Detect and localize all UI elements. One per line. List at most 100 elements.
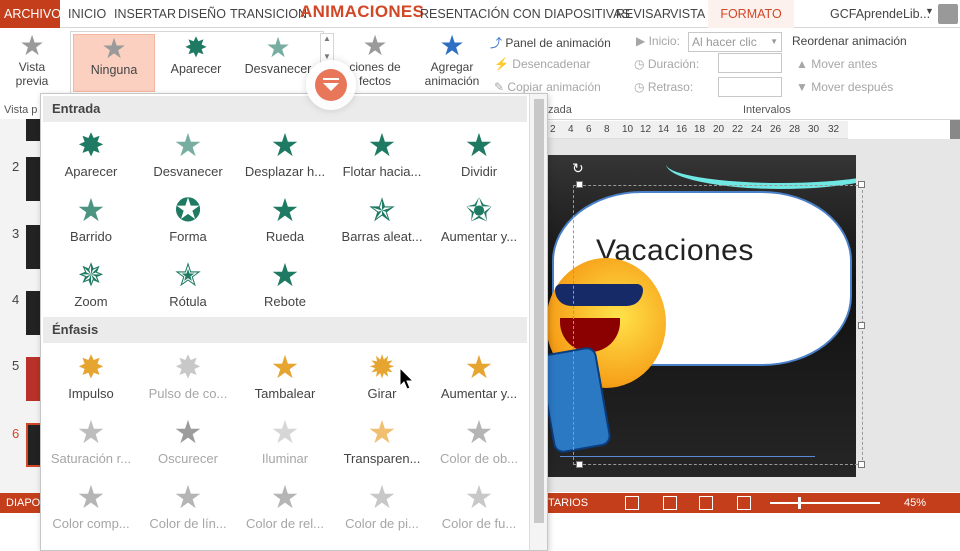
move-later-button[interactable]: ▼ Mover después: [796, 80, 893, 94]
effect-teeter[interactable]: ★ Tambalear: [237, 350, 333, 412]
effect-split[interactable]: ★ Dividir: [431, 128, 527, 190]
effect-label: Transparen...: [343, 451, 421, 466]
effect-bounce[interactable]: ★ Rebote: [237, 258, 333, 320]
move-earlier-button[interactable]: ▲ Mover antes: [796, 57, 877, 71]
effect-font-color[interactable]: ★ Color de fu...: [431, 480, 527, 542]
slide-sorter-icon[interactable]: [663, 496, 677, 510]
effect-appear[interactable]: ✸ Aparecer: [43, 128, 139, 190]
star-zoom-icon: ✵: [77, 257, 105, 293]
trigger-icon: ⚡: [494, 57, 509, 71]
animation-pane-button[interactable]: ⤴ Panel de animación: [490, 34, 611, 51]
zoom-slider-thumb[interactable]: [798, 497, 801, 509]
avatar[interactable]: [938, 4, 958, 24]
effect-label: Aparecer: [64, 164, 118, 179]
ruler-tick: 28: [789, 124, 801, 135]
tab-insert[interactable]: INSERTAR: [110, 0, 180, 28]
effect-grow-turn[interactable]: ✬ Aumentar y...: [431, 193, 527, 255]
effect-fade[interactable]: ★ Desvanecer: [140, 128, 236, 190]
effect-label: Flotar hacia...: [342, 164, 422, 179]
animation-pane-label: Panel de animación: [505, 36, 611, 50]
effect-transparency[interactable]: ★ Transparen...: [334, 415, 430, 477]
section-entrance: Entrada: [43, 96, 527, 122]
effect-wheel[interactable]: ★ Rueda: [237, 193, 333, 255]
effect-label: Zoom: [74, 294, 108, 309]
effect-fly-in[interactable]: ★ Desplazar h...: [237, 128, 333, 190]
delay-stepper[interactable]: [718, 77, 782, 97]
effect-spin[interactable]: ✹ Girar: [334, 350, 430, 412]
effect-object-color[interactable]: ★ Color de ob...: [431, 415, 527, 477]
selection-frame[interactable]: [573, 185, 863, 465]
star-shape-icon: ✪: [174, 192, 202, 228]
tab-animations[interactable]: ANIMACIONES: [296, 0, 428, 26]
account-name[interactable]: GCFAprendeLib...: [826, 0, 934, 28]
star-spin-icon: ✹: [368, 349, 396, 385]
start-label: ▶ Inicio:: [636, 34, 680, 48]
add-animation-button[interactable]: ★ Agregar animación: [420, 32, 484, 89]
effect-label: Tambalear: [254, 386, 316, 401]
slideshow-icon[interactable]: [737, 496, 751, 510]
star-darken-icon: ★: [173, 414, 203, 450]
dropdown-scrollbar[interactable]: [529, 94, 547, 550]
effect-pulse[interactable]: ✸ Impulso: [43, 350, 139, 412]
effect-label: Girar: [367, 386, 397, 401]
effect-line-color[interactable]: ★ Color de lín...: [140, 480, 236, 542]
dropdown-scrollbar-thumb[interactable]: [534, 99, 544, 523]
ruler-tick: 6: [586, 124, 592, 135]
effect-float-in[interactable]: ★ Flotar hacia...: [334, 128, 430, 190]
effect-label: Saturación r...: [50, 451, 132, 466]
effect-swivel[interactable]: ✭ Rótula: [140, 258, 236, 320]
rotate-handle-icon[interactable]: ↻: [572, 160, 584, 177]
ribbon-tab-bar: ARCHIVO INICIO INSERTAR DISEÑO TRANSICIO…: [0, 0, 960, 28]
effect-lighten[interactable]: ★ Iluminar: [237, 415, 333, 477]
effect-label: Aumentar y...: [440, 229, 518, 244]
star-split-icon: ★: [464, 127, 494, 163]
paintbrush-icon: ✎: [494, 80, 505, 94]
effect-shape[interactable]: ✪ Forma: [140, 193, 236, 255]
copy-animation-label: Copiar animación: [507, 80, 601, 94]
effect-zoom[interactable]: ✵ Zoom: [43, 258, 139, 320]
resize-handle[interactable]: [858, 461, 865, 468]
resize-handle[interactable]: [576, 461, 583, 468]
tab-slideshow[interactable]: RESENTACIÓN CON DIAPOSITIVAS: [416, 0, 634, 28]
gallery-item-appear[interactable]: ✸ Aparecer: [155, 34, 237, 92]
start-select[interactable]: Al hacer clic ▼: [688, 32, 782, 52]
tab-format[interactable]: FORMATO: [708, 0, 794, 28]
ruler-tick: 14: [658, 124, 670, 135]
trigger-button[interactable]: ⚡ Desencadenar: [494, 57, 590, 71]
effect-complementary-color[interactable]: ★ Color comp...: [43, 480, 139, 542]
resize-handle[interactable]: [858, 322, 865, 329]
star-up-icon: ★: [367, 127, 397, 163]
star-bars-icon: ✯: [368, 192, 396, 228]
effect-grow-shrink[interactable]: ★ Aumentar y...: [431, 350, 527, 412]
resize-handle[interactable]: [858, 181, 865, 188]
effect-random-bars[interactable]: ✯ Barras aleat...: [334, 193, 430, 255]
duration-stepper[interactable]: [718, 53, 782, 73]
zoom-slider[interactable]: [770, 502, 880, 504]
effect-label: Aumentar y...: [440, 386, 518, 401]
star-transparency-icon: ★: [367, 414, 397, 450]
account-dropdown-icon[interactable]: ▼: [925, 6, 934, 16]
copy-animation-button[interactable]: ✎ Copiar animación: [494, 80, 601, 94]
mouse-cursor-icon: [399, 367, 415, 390]
effect-brush-color[interactable]: ★ Color de pi...: [334, 480, 430, 542]
gallery-item-none[interactable]: ★ Ninguna: [73, 34, 155, 92]
tab-home[interactable]: INICIO: [64, 0, 110, 28]
normal-view-icon[interactable]: [625, 496, 639, 510]
effect-label: Color de fu...: [441, 516, 517, 531]
tab-design[interactable]: DISEÑO: [174, 0, 230, 28]
resize-handle[interactable]: [576, 181, 583, 188]
effect-fill-color[interactable]: ★ Color de rel...: [237, 480, 333, 542]
tab-file[interactable]: ARCHIVO: [0, 0, 61, 28]
move-earlier-label: Mover antes: [811, 57, 878, 71]
star-wipe-icon: ★: [76, 192, 106, 228]
gallery-more-button[interactable]: [306, 60, 356, 110]
effect-darken[interactable]: ★ Oscurecer: [140, 415, 236, 477]
reading-view-icon[interactable]: [699, 496, 713, 510]
tab-view[interactable]: VISTA: [666, 0, 709, 28]
delay-clock-icon: ◷: [634, 80, 645, 94]
effect-desaturate[interactable]: ★ Saturación r...: [43, 415, 139, 477]
zoom-level[interactable]: 45%: [904, 493, 926, 513]
effect-wipe[interactable]: ★ Barrido: [43, 193, 139, 255]
preview-button[interactable]: ★ Vista previa: [6, 32, 58, 89]
effect-color-pulse[interactable]: ✸ Pulso de co...: [140, 350, 236, 412]
